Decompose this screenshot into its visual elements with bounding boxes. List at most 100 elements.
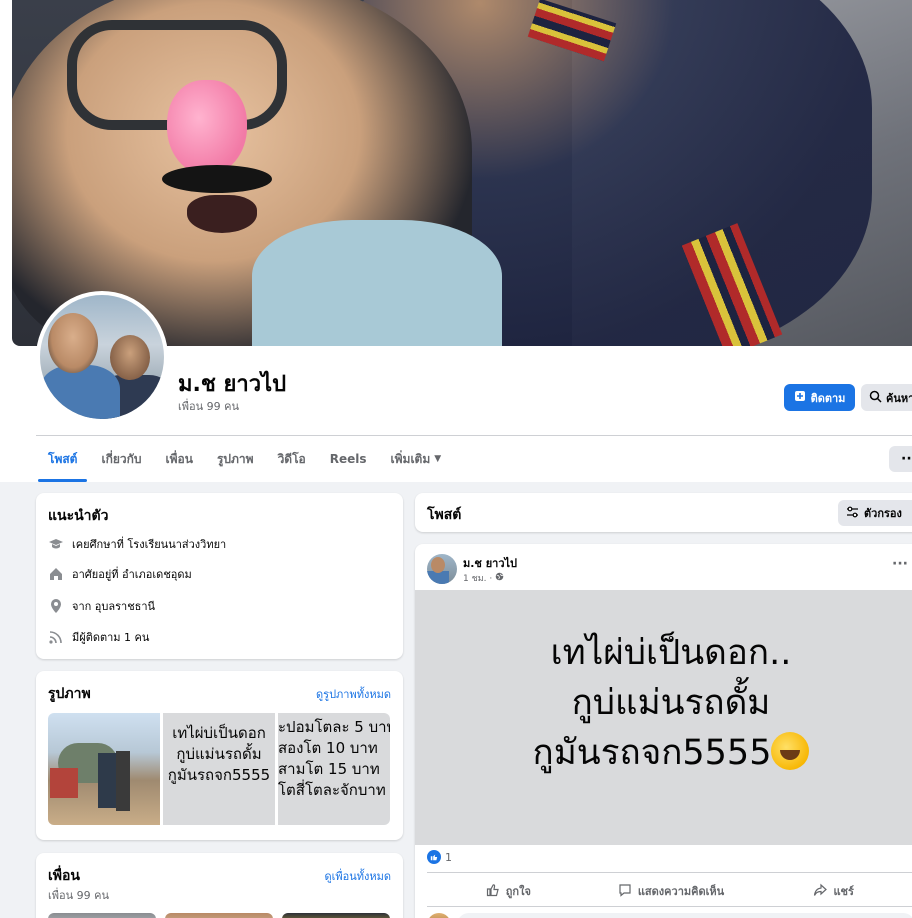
profile-tabs: โพสต์ เกี่ยวกับ เพื่อน รูปภาพ วิดีโอ Ree… <box>36 436 453 482</box>
tab-photos[interactable]: รูปภาพ <box>205 436 266 482</box>
comment-input[interactable] <box>457 913 912 918</box>
see-all-photos-link[interactable]: ดูรูปภาพทั้งหมด <box>316 685 391 703</box>
intro-item-lives-in: อาศัยอยู่ที่ อำเภอเดชอุดม <box>48 565 192 583</box>
post-image[interactable]: เทไผ่บ่เป็นดอก.. กูบ่แม่นรถดั้ม กูมันรถจ… <box>415 590 912 845</box>
avatar-figure-body-1 <box>40 365 120 419</box>
follow-icon <box>794 390 806 405</box>
filter-button[interactable]: ตัวกรอง <box>838 500 912 526</box>
posts-title: โพสต์ <box>427 507 462 523</box>
friends-count: เพื่อน 99 คน <box>48 889 110 902</box>
post-time-text: 1 ชม. · <box>463 574 493 584</box>
profile-name: ม.ช ยาวไป <box>178 372 287 397</box>
thumb-text-line: กูมันรถจก5555 <box>167 766 271 784</box>
thumb-text-line: กูบ่แม่นรถดั้ม <box>176 745 262 763</box>
post-options-button[interactable]: ··· <box>892 556 908 572</box>
avatar-figure-head-2 <box>110 335 150 380</box>
thumb-text-line: โตสี่โตละจักบาท <box>278 781 386 799</box>
cover-shirt <box>252 220 502 346</box>
profile-avatar[interactable] <box>40 295 164 419</box>
like-reaction-icon <box>427 850 441 864</box>
friend-thumbnail[interactable] <box>165 913 273 918</box>
intro-item-text: จาก อุบลราชธานี <box>72 600 156 613</box>
cover-mouth <box>187 195 257 233</box>
tab-photos-label: รูปภาพ <box>216 451 254 466</box>
thumb-red-object <box>50 768 78 798</box>
tab-friends-label: เพื่อน <box>165 451 193 466</box>
post-author-avatar[interactable] <box>427 554 457 584</box>
post-reactions[interactable]: 1 <box>427 850 452 864</box>
profile-friend-count[interactable]: เพื่อน 99 คน <box>178 397 239 415</box>
profile-avatar-frame[interactable] <box>36 291 168 423</box>
intro-title: แนะนำตัว <box>48 508 109 524</box>
intro-item-text: เคยศึกษาที่ โรงเรียนนาส่วงวิทยา <box>72 538 227 551</box>
filter-label: ตัวกรอง <box>864 507 902 520</box>
like-label: ถูกใจ <box>505 885 531 898</box>
post-card: ม.ช ยาวไป 1 ชม. · ··· เทไผ่บ่เป็นดอก.. ก… <box>415 544 912 918</box>
globe-icon <box>495 572 504 584</box>
friends-card: เพื่อน ดูเพื่อนทั้งหมด เพื่อน 99 คน <box>36 853 403 918</box>
thumb-text-line: สองโต 10 บาท <box>278 739 378 757</box>
see-all-friends-link[interactable]: ดูเพื่อนทั้งหมด <box>324 867 391 885</box>
thumb-text-line: เทไผ่บ่เป็นดอก <box>172 724 266 742</box>
tab-reels-label: Reels <box>329 452 367 466</box>
cover-mustache-filter <box>162 165 272 193</box>
tab-more-label: เพิ่มเติม <box>390 451 431 466</box>
tab-reels[interactable]: Reels <box>318 436 379 482</box>
cover-pink-nose-filter <box>167 80 247 175</box>
comment-button[interactable]: แสดงความคิดเห็น <box>590 878 753 904</box>
intro-item-from: จาก อุบลราชธานี <box>48 597 155 615</box>
thumbs-up-icon <box>486 883 500 900</box>
caret-down-icon: ▼ <box>434 454 442 464</box>
thumb-text-line: ะปอมโตละ 5 บาท <box>278 718 390 736</box>
thumb-person-shape <box>116 751 130 811</box>
follow-label: ติดตาม <box>810 391 846 405</box>
post-image-text: กูมันรถจก5555 <box>532 733 772 773</box>
post-image-text-line: กูบ่แม่นรถดั้ม <box>571 683 771 723</box>
comment-label: แสดงความคิดเห็น <box>637 885 725 898</box>
avatar-figure-head-1 <box>48 313 98 373</box>
post-divider <box>427 872 912 873</box>
location-pin-icon <box>48 598 64 614</box>
posts-header-card: โพสต์ ตัวกรอง <box>415 493 912 532</box>
tab-videos-label: วิดีโอ <box>277 451 306 466</box>
friend-thumbnail[interactable] <box>282 913 390 918</box>
search-icon <box>869 390 882 406</box>
tab-more[interactable]: เพิ่มเติม ▼ <box>379 436 454 482</box>
photo-thumbnail[interactable]: ะปอมโตละ 5 บาท สองโต 10 บาท สามโต 15 บาท… <box>278 713 390 825</box>
cover-photo[interactable] <box>12 0 912 346</box>
post-image-text-line: กูมันรถจก5555 <box>415 728 912 778</box>
thumb-person-shape <box>98 753 118 808</box>
thumb-text-line: สามโต 15 บาท <box>278 760 380 778</box>
search-label: ค้นหา <box>886 391 912 405</box>
tab-about[interactable]: เกี่ยวกับ <box>89 436 153 482</box>
tab-posts-label: โพสต์ <box>48 451 78 466</box>
post-author-name[interactable]: ม.ช ยาวไป <box>463 554 517 572</box>
post-actions: ถูกใจ แสดงความคิดเห็น แชร์ <box>427 878 912 904</box>
post-image-text-line: เทไผ่บ่เป็นดอก.. <box>550 633 792 673</box>
like-button[interactable]: ถูกใจ <box>427 878 590 904</box>
intro-item-education: เคยศึกษาที่ โรงเรียนนาส่วงวิทยา <box>48 535 226 553</box>
tab-videos[interactable]: วิดีโอ <box>266 436 318 482</box>
search-button[interactable]: ค้นหา <box>861 384 912 411</box>
post-avatar-head <box>431 557 445 573</box>
follow-button[interactable]: ติดตาม <box>784 384 855 411</box>
tab-posts[interactable]: โพสต์ <box>36 436 89 482</box>
comment-icon <box>618 883 632 900</box>
share-label: แชร์ <box>833 885 854 898</box>
reaction-count: 1 <box>445 850 452 864</box>
more-options-button[interactable]: ··· <box>889 446 912 472</box>
photo-thumbnail[interactable]: เทไผ่บ่เป็นดอก กูบ่แม่นรถดั้ม กูมันรถจก5… <box>163 713 275 825</box>
intro-item-text: อาศัยอยู่ที่ อำเภอเดชอุดม <box>72 568 192 581</box>
intro-item-followers: มีผู้ติดตาม 1 คน <box>48 628 149 646</box>
photo-thumbnail[interactable] <box>48 713 160 825</box>
tab-about-label: เกี่ยวกับ <box>101 451 142 466</box>
tab-friends[interactable]: เพื่อน <box>154 436 205 482</box>
photos-title: รูปภาพ <box>48 686 91 702</box>
friend-thumbnail[interactable] <box>48 913 156 918</box>
post-timestamp[interactable]: 1 ชม. · <box>463 571 504 585</box>
rolling-laughing-emoji-icon <box>771 732 810 770</box>
share-button[interactable]: แชร์ <box>752 878 912 904</box>
post-divider <box>427 906 912 907</box>
commenter-avatar[interactable] <box>427 913 451 918</box>
home-icon <box>48 566 64 582</box>
